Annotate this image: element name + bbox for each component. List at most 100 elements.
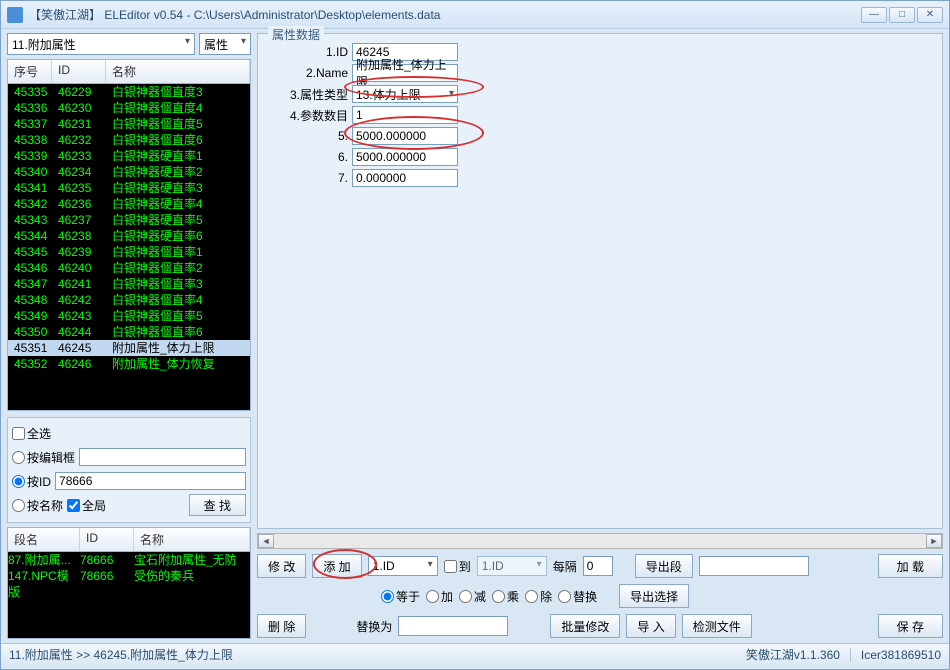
interval-label: 每隔 (553, 558, 577, 575)
table-row[interactable]: 4534146235白银神器硬直率3 (8, 180, 250, 196)
import-button[interactable]: 导 入 (626, 614, 675, 638)
replace-input[interactable] (398, 616, 508, 636)
export-seg-button[interactable]: 导出段 (635, 554, 693, 578)
table-row[interactable]: 4533946233白银神器硬直率1 (8, 148, 250, 164)
col-seg[interactable]: 段名 (8, 528, 80, 551)
table-row[interactable]: 4535146245附加属性_体力上限 (8, 340, 250, 356)
attribute-combo[interactable]: 属性 (199, 33, 251, 55)
property-value[interactable]: 1 (352, 106, 458, 124)
property-value[interactable]: 5000.000000 (352, 148, 458, 166)
global-check[interactable]: 全局 (67, 497, 106, 514)
property-label: 5. (268, 129, 352, 143)
status-version: 笑傲江湖v1.1.360 (746, 646, 840, 663)
export-sel-button[interactable]: 导出选择 (619, 584, 689, 608)
by-id-radio[interactable]: 按ID (12, 473, 51, 490)
table-row[interactable]: 4534446238白银神器硬直率6 (8, 228, 250, 244)
op-div-radio[interactable]: 除 (525, 588, 552, 605)
status-author: Icer381869510 (861, 648, 941, 662)
property-fieldset: 属性数据 1.ID462452.Name附加属性_体力上限3.属性类型13.体力… (257, 33, 943, 529)
property-row: 6.5000.000000 (268, 147, 932, 167)
property-legend: 属性数据 (268, 26, 324, 43)
table-row[interactable]: 4534846242白银神器僵直率4 (8, 292, 250, 308)
interval-input[interactable] (583, 556, 613, 576)
select-all-check[interactable]: 全选 (12, 425, 51, 442)
property-value[interactable]: 0.000000 (352, 169, 458, 187)
property-row: 2.Name附加属性_体力上限 (268, 63, 932, 83)
category-combo[interactable]: 11.附加属性 (7, 33, 195, 55)
op-eq-radio[interactable]: 等于 (381, 588, 420, 605)
id-field-combo[interactable]: 1.ID (368, 556, 438, 576)
horizontal-scrollbar[interactable]: ◄ ► (257, 533, 943, 549)
property-row: 4.参数数目1 (268, 105, 932, 125)
minimize-button[interactable]: — (861, 7, 887, 23)
close-button[interactable]: ✕ (917, 7, 943, 23)
op-mul-radio[interactable]: 乘 (492, 588, 519, 605)
table-row[interactable]: 4534646240白银神器僵直率2 (8, 260, 250, 276)
property-row: 5.5000.000000 (268, 126, 932, 146)
id-field-combo-2[interactable]: 1.ID (477, 556, 547, 576)
search-row[interactable]: 87.附加属...78666宝石附加属性_无防 (8, 552, 250, 568)
op-add-radio[interactable]: 加 (426, 588, 453, 605)
table-row[interactable]: 4533846232白银神器僵直度6 (8, 132, 250, 148)
property-value[interactable]: 附加属性_体力上限 (352, 64, 458, 82)
statusbar: 11.附加属性 >> 46245.附加属性_体力上限 笑傲江湖v1.1.360 … (1, 643, 949, 665)
table-row[interactable]: 4534246236白银神器硬直率4 (8, 196, 250, 212)
search-grid-header: 段名 ID 名称 (7, 527, 251, 551)
col-seq[interactable]: 序号 (8, 60, 52, 83)
save-button[interactable]: 保 存 (878, 614, 943, 638)
table-row[interactable]: 4533546229白银神器僵直度3 (8, 84, 250, 100)
titlebar: 【笑傲江湖】 ELEditor v0.54 - C:\Users\Adminis… (1, 1, 949, 29)
table-row[interactable]: 4535246246附加属性_体力恢复 (8, 356, 250, 372)
property-value[interactable]: 13.体力上限 (352, 85, 458, 103)
by-name-radio[interactable]: 按名称 (12, 497, 63, 514)
filter-box: 全选 按编辑框 按ID 按名称 全局 查 找 (7, 417, 251, 523)
scroll-right-icon[interactable]: ► (926, 534, 942, 548)
op-rep-radio[interactable]: 替换 (558, 588, 597, 605)
table-row[interactable]: 4535046244白银神器僵直率6 (8, 324, 250, 340)
action-bar: 修 改 添 加 1.ID 到 1.ID 每隔 导出段 加 载 等于 加 减 乘 … (257, 553, 943, 643)
table-row[interactable]: 4533646230白银神器僵直度4 (8, 100, 250, 116)
property-row: 7.0.000000 (268, 168, 932, 188)
col-name[interactable]: 名称 (106, 60, 250, 83)
table-row[interactable]: 4534046234白银神器硬直率2 (8, 164, 250, 180)
app-icon (7, 7, 23, 23)
search-grid[interactable]: 87.附加属...78666宝石附加属性_无防147.NPC模版78666受伤的… (7, 551, 251, 639)
table-row[interactable]: 4534746241白银神器僵直率3 (8, 276, 250, 292)
scroll-left-icon[interactable]: ◄ (258, 534, 274, 548)
search-button[interactable]: 查 找 (189, 494, 246, 516)
export-path-input[interactable] (699, 556, 809, 576)
batch-button[interactable]: 批量修改 (550, 614, 620, 638)
window-title: 【笑傲江湖】 ELEditor v0.54 - C:\Users\Adminis… (29, 6, 859, 23)
maximize-button[interactable]: □ (889, 7, 915, 23)
table-row[interactable]: 4533746231白银神器僵直度5 (8, 116, 250, 132)
to-check[interactable]: 到 (444, 558, 471, 575)
col-id[interactable]: ID (52, 60, 106, 83)
check-file-button[interactable]: 检测文件 (682, 614, 752, 638)
edit-search-input[interactable] (79, 448, 246, 466)
op-sub-radio[interactable]: 减 (459, 588, 486, 605)
col-sname[interactable]: 名称 (134, 528, 250, 551)
property-row: 3.属性类型13.体力上限 (268, 84, 932, 104)
id-search-input[interactable] (55, 472, 246, 490)
property-label: 4.参数数目 (268, 107, 352, 124)
item-grid[interactable]: 4533546229白银神器僵直度34533646230白银神器僵直度44533… (7, 83, 251, 411)
col-sid[interactable]: ID (80, 528, 134, 551)
replace-as-label: 替换为 (356, 618, 392, 635)
left-panel: 11.附加属性 属性 序号 ID 名称 4533546229白银神器僵直度345… (7, 33, 251, 643)
table-row[interactable]: 4534546239白银神器僵直率1 (8, 244, 250, 260)
search-row[interactable]: 147.NPC模版78666受伤的秦兵 (8, 568, 250, 584)
property-label: 3.属性类型 (268, 86, 352, 103)
table-row[interactable]: 4534346237白银神器硬直率5 (8, 212, 250, 228)
load-button[interactable]: 加 载 (878, 554, 943, 578)
property-label: 1.ID (268, 45, 352, 59)
property-label: 7. (268, 171, 352, 185)
property-label: 6. (268, 150, 352, 164)
property-value[interactable]: 5000.000000 (352, 127, 458, 145)
table-row[interactable]: 4534946243白银神器僵直率5 (8, 308, 250, 324)
property-label: 2.Name (268, 66, 352, 80)
add-button[interactable]: 添 加 (312, 554, 361, 578)
by-edit-radio[interactable]: 按编辑框 (12, 449, 75, 466)
modify-button[interactable]: 修 改 (257, 554, 306, 578)
delete-button[interactable]: 删 除 (257, 614, 306, 638)
status-path: 11.附加属性 >> 46245.附加属性_体力上限 (9, 646, 233, 663)
